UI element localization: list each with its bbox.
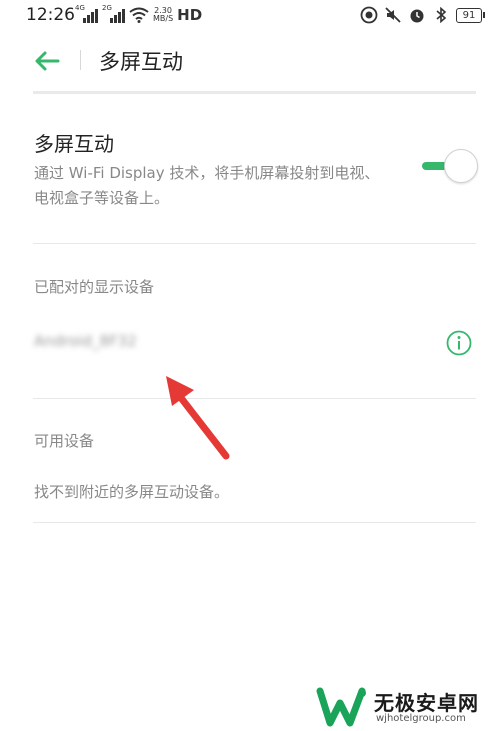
- alarm-icon: [410, 9, 424, 23]
- paired-device-name: Android_8F32: [34, 332, 137, 350]
- battery-icon: 91: [456, 7, 485, 23]
- signal-tag: 4G: [75, 4, 85, 12]
- net-speed: 2.30 MB/S: [153, 7, 173, 23]
- eye-comfort-icon: [360, 6, 378, 24]
- info-icon[interactable]: [446, 330, 472, 356]
- annotation-arrow-icon: [166, 376, 230, 460]
- site-watermark: 无极安卓网 wjhotelgroup.com: [316, 685, 496, 729]
- hd-icon: HD: [177, 6, 203, 24]
- paired-device-row[interactable]: Android_8F32: [0, 316, 500, 370]
- available-devices-header: 可用设备: [34, 432, 95, 450]
- status-left-icons: 4G 2G 2.30 MB/S HD: [75, 4, 202, 26]
- divider: [33, 398, 476, 399]
- divider: [33, 522, 476, 523]
- watermark-name: 无极安卓网: [374, 691, 479, 715]
- toggle-knob: [444, 149, 478, 183]
- signal-icon: 4G: [75, 4, 98, 23]
- page-title: 多屏互动: [99, 50, 183, 74]
- mute-icon: [385, 7, 401, 23]
- cast-toggle-switch[interactable]: [418, 149, 478, 183]
- no-devices-message: 找不到附近的多屏互动设备。: [34, 483, 230, 501]
- header-divider: [80, 50, 81, 70]
- app-header: 多屏互动: [0, 40, 500, 84]
- cast-setting-description: 通过 Wi-Fi Display 技术，将手机屏幕投射到电视、电视盒子等设备上。: [34, 164, 380, 207]
- signal-tag: 2G: [102, 4, 112, 12]
- paired-devices-header: 已配对的显示设备: [34, 278, 155, 296]
- status-time: 12:26: [26, 5, 75, 25]
- speed-unit: MB/S: [153, 14, 174, 23]
- watermark-logo-icon: [316, 687, 366, 727]
- cast-setting-label: 多屏互动: [34, 132, 114, 156]
- back-arrow-icon[interactable]: [34, 50, 60, 72]
- divider: [33, 243, 476, 244]
- signal-icon: 2G: [102, 4, 125, 23]
- header-shadow-divider: [33, 91, 476, 94]
- watermark-url: wjhotelgroup.com: [376, 713, 466, 724]
- bluetooth-icon: [436, 6, 447, 24]
- status-bar: 12:26 4G 2G 2.30 MB/S HD 91: [0, 0, 500, 30]
- status-right-icons: 91: [360, 4, 485, 26]
- wifi-icon: [129, 7, 149, 23]
